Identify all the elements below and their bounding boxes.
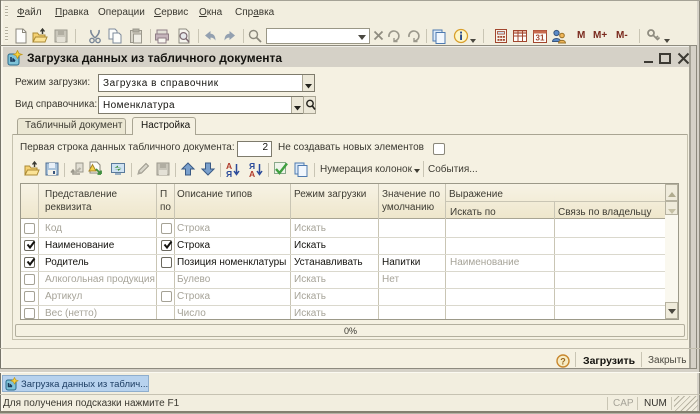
svg-text:?: ?	[560, 357, 566, 367]
svg-text:Я: Я	[226, 169, 232, 178]
svg-text:А: А	[249, 169, 255, 178]
svg-text:31: 31	[536, 34, 545, 43]
